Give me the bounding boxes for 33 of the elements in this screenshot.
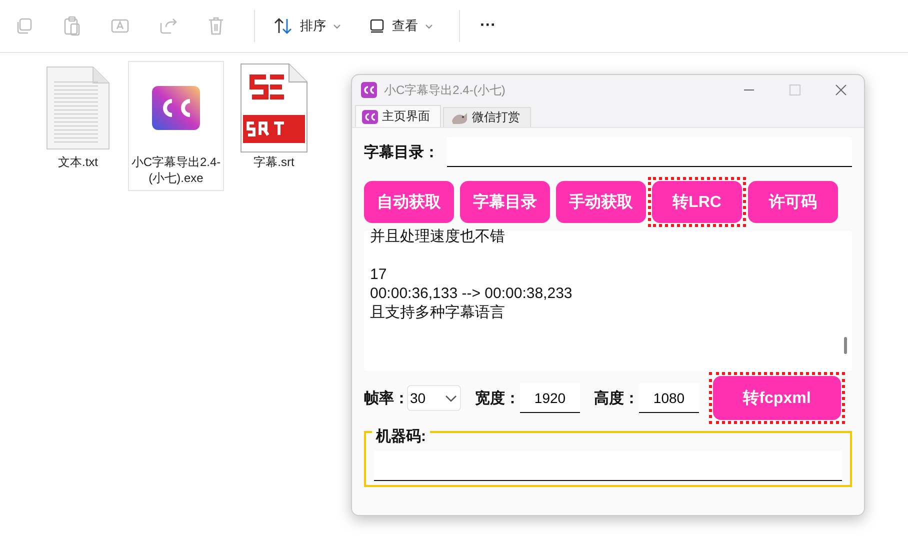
frame-rate-dropdown[interactable]: 30 <box>407 385 461 411</box>
subtitle-file-icon <box>240 63 308 153</box>
view-button[interactable]: 查看 <box>359 11 443 41</box>
app-logo-icon <box>361 82 377 98</box>
field-label: 高度： <box>594 388 639 408</box>
close-icon <box>835 84 847 96</box>
field-label: 字幕目录： <box>364 142 439 162</box>
width-field[interactable]: 1920 <box>520 383 580 413</box>
text-file-icon <box>46 66 110 150</box>
file-item[interactable]: 文本.txt <box>30 61 126 175</box>
app-logo-icon <box>362 110 378 124</box>
field-label: 宽度： <box>475 388 520 408</box>
group-label: 机器码: <box>372 427 430 446</box>
scrollbar-thumb[interactable] <box>844 337 847 354</box>
log-text: 并且处理速度也不错 17 00:00:36,133 --> 00:00:38,233 且支持多种字幕语言 <box>369 227 574 322</box>
chevron-down-icon <box>425 24 433 28</box>
directory-field[interactable] <box>447 137 852 167</box>
window-title: 小C字幕导出2.4-(小七) <box>384 82 506 98</box>
height-field[interactable]: 1080 <box>639 383 699 413</box>
app-logo-icon <box>152 86 200 130</box>
chevron-down-icon <box>445 394 457 402</box>
machine-code-field[interactable] <box>374 451 842 481</box>
view-icon <box>369 19 385 33</box>
file-item[interactable]: 小C字幕导出2.4-(小七).exe <box>128 61 224 191</box>
file-item[interactable]: 字幕.srt <box>226 61 322 175</box>
field-label: 帧率： <box>364 388 409 408</box>
tab[interactable]: 主页界面 <box>355 105 441 127</box>
sort-button[interactable]: 排序 <box>263 11 351 41</box>
maximize-icon <box>789 84 801 96</box>
more-button[interactable]: ··· <box>468 13 508 39</box>
chevron-down-icon <box>333 24 341 28</box>
sort-icon <box>273 17 293 35</box>
tab[interactable]: 微信打赏 <box>443 107 531 127</box>
